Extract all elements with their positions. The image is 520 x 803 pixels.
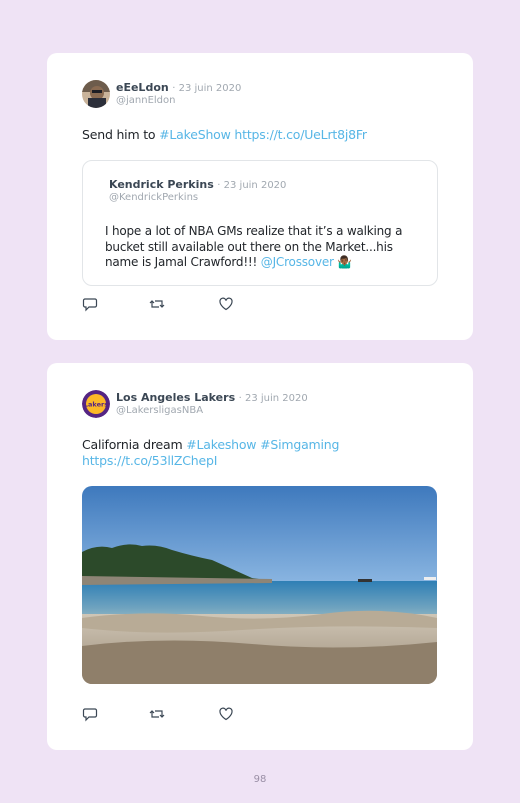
quoted-tweet[interactable]: Kendrick Perkins · 23 juin 2020 @Kendric…: [82, 160, 438, 286]
tweet-actions: [82, 296, 242, 312]
page-number: 98: [253, 774, 267, 785]
quoted-author-handle[interactable]: @KendrickPerkins: [109, 192, 198, 203]
quoted-date: · 23 juin 2020: [217, 180, 287, 191]
reply-icon[interactable]: [82, 296, 98, 312]
retweet-icon[interactable]: [149, 296, 165, 312]
hashtag-link[interactable]: #Simgaming: [260, 437, 339, 452]
shrug-emoji: 🤷🏾‍♂️: [337, 255, 353, 269]
tweet-date: · 23 juin 2020: [238, 393, 308, 404]
reply-icon[interactable]: [82, 706, 98, 722]
like-icon[interactable]: [218, 296, 234, 312]
tweet-text: Send him to #LakeShow https://t.co/UeLrt…: [82, 127, 367, 143]
retweet-icon[interactable]: [149, 706, 165, 722]
tweet-text: California dream #Lakeshow #Simgaming htt…: [82, 437, 382, 469]
author-name[interactable]: eEeLdon: [116, 81, 169, 94]
tweet-text-plain: Send him to: [82, 127, 160, 142]
url-link[interactable]: https://t.co/53llZChepI: [82, 453, 217, 468]
mention-link[interactable]: @JCrossover: [261, 255, 334, 269]
lakers-logo-text: Lakers: [84, 401, 108, 409]
tweet-date: · 23 juin 2020: [172, 83, 242, 94]
url-link[interactable]: https://t.co/UeLrt8j8Fr: [234, 127, 367, 142]
tweet-card: eEeLdon · 23 juin 2020 @jannEldon Send h…: [47, 53, 473, 340]
hashtag-link[interactable]: #LakeShow: [159, 127, 231, 142]
avatar[interactable]: Lakers: [82, 390, 110, 418]
author-name[interactable]: Los Angeles Lakers: [116, 391, 235, 404]
avatar[interactable]: [82, 80, 110, 108]
quoted-author-name[interactable]: Kendrick Perkins: [109, 178, 214, 191]
tweet-card: Lakers Los Angeles Lakers · 23 juin 2020…: [47, 363, 473, 750]
author-handle[interactable]: @jannEldon: [116, 95, 175, 106]
hashtag-link[interactable]: #Lakeshow: [186, 437, 256, 452]
tweet-photo[interactable]: [82, 486, 437, 684]
author-handle[interactable]: @LakersligasNBA: [116, 405, 203, 416]
quoted-text: I hope a lot of NBA GMs realize that it’…: [105, 224, 421, 271]
quoted-text-plain: I hope a lot of NBA GMs realize that it’…: [105, 224, 403, 269]
tweet-text-plain: California dream: [82, 437, 187, 452]
tweet-actions: [82, 706, 242, 722]
like-icon[interactable]: [218, 706, 234, 722]
